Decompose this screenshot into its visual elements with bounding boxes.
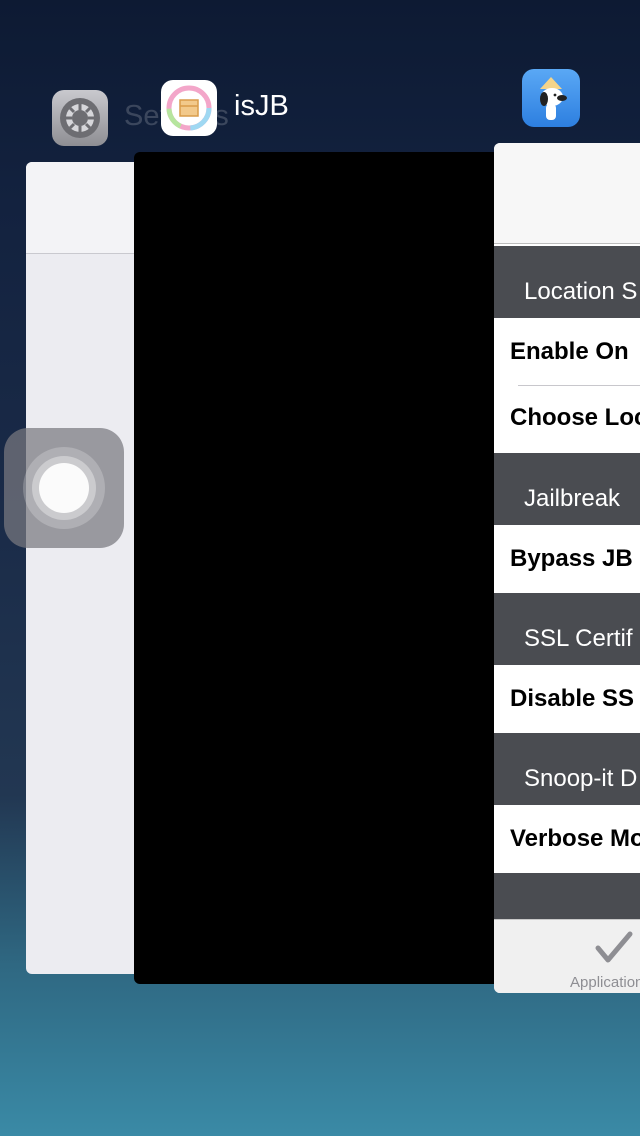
section-footer xyxy=(494,873,640,919)
snoopit-nav-bar xyxy=(494,143,640,244)
snoopit-tab-bar: Applications xyxy=(494,919,640,993)
isjb-app-card[interactable] xyxy=(134,152,514,984)
isjb-app-icon[interactable] xyxy=(161,80,217,136)
tab-applications[interactable]: Applications xyxy=(554,928,640,991)
section-header-location: Location S xyxy=(494,246,640,318)
section-header-ssl: SSL Certif xyxy=(494,593,640,665)
row-verbose-mode[interactable]: Verbose Mo xyxy=(494,805,640,873)
tab-label-applications: Applications xyxy=(570,974,640,991)
row-disable-ssl[interactable]: Disable SS xyxy=(494,665,640,733)
snoopit-app-icon[interactable] xyxy=(522,69,580,127)
cydia-box-icon xyxy=(166,85,212,131)
snoopy-dog-icon xyxy=(540,77,567,120)
assistive-touch-button[interactable] xyxy=(4,428,124,548)
row-bypass-jb[interactable]: Bypass JB xyxy=(494,525,640,593)
settings-app-icon[interactable] xyxy=(52,90,108,146)
assistive-touch-dot xyxy=(39,463,89,513)
row-choose-location[interactable]: Choose Loc xyxy=(494,386,640,453)
section-header-snoopit: Snoop-it D xyxy=(494,733,640,805)
isjb-app-label: isJB xyxy=(234,90,289,122)
section-header-jailbreak: Jailbreak xyxy=(494,453,640,525)
snoopit-app-card[interactable]: Location S Enable On Choose Loc Jailbrea… xyxy=(494,143,640,993)
gear-icon xyxy=(60,98,100,138)
checkmark-icon xyxy=(595,931,633,963)
row-enable-on[interactable]: Enable On xyxy=(494,318,640,385)
